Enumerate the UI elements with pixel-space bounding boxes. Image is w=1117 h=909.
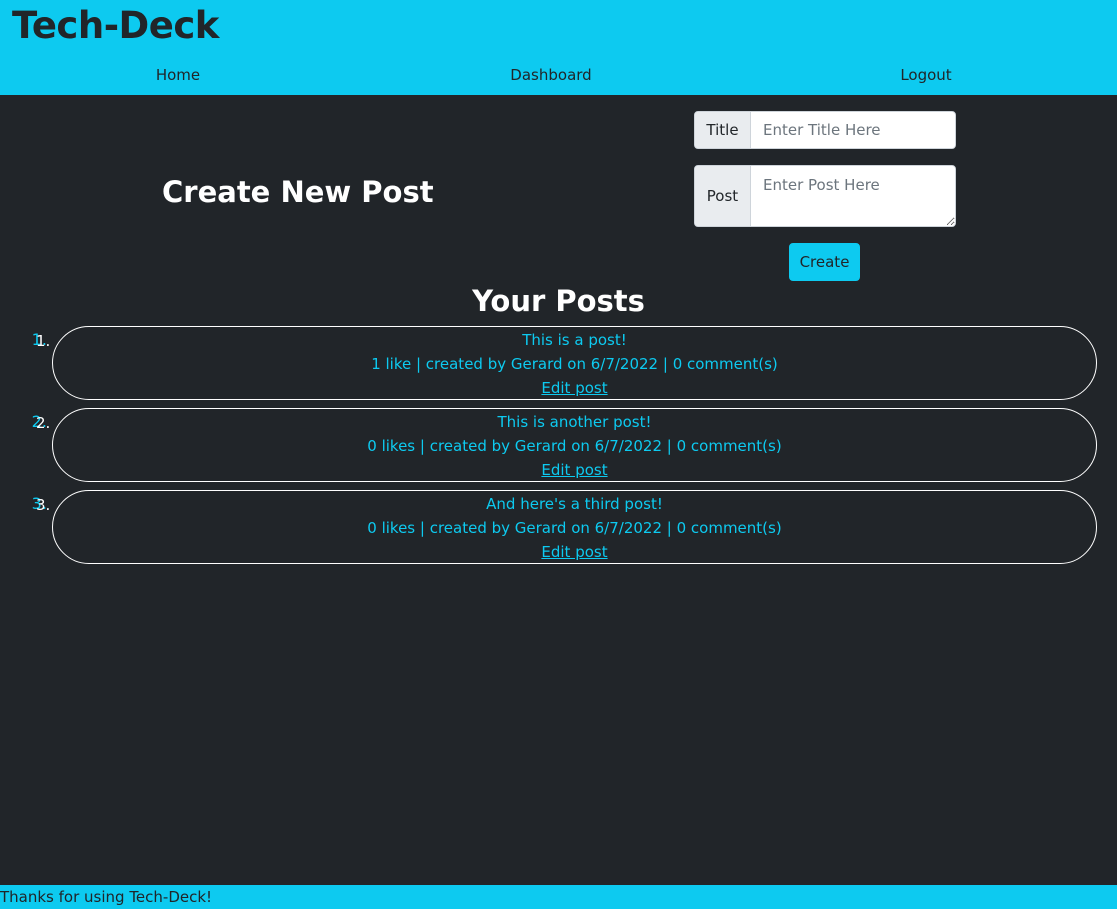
site-header: Tech-Deck Home Dashboard Logout [0, 0, 1117, 95]
edit-post-link[interactable]: Edit post [53, 458, 1096, 482]
post-title: This is another post! [497, 413, 652, 431]
post-meta: 1 like | created by Gerard on 6/7/2022 |… [371, 355, 778, 373]
title-input-group: Title [694, 111, 956, 149]
edit-post-link[interactable]: Edit post [53, 376, 1096, 400]
nav-logout-link[interactable]: Logout [900, 66, 951, 84]
nav-dashboard-link[interactable]: Dashboard [510, 66, 591, 84]
edit-post-link[interactable]: Edit post [53, 540, 1096, 564]
post-item: 3. And here's a third post! 0 likes | cr… [36, 490, 1097, 564]
post-meta: 0 likes | created by Gerard on 6/7/2022 … [367, 519, 782, 537]
post-meta: 0 likes | created by Gerard on 6/7/2022 … [367, 437, 782, 455]
create-button[interactable]: Create [789, 243, 860, 281]
footer-text: Thanks for using Tech-Deck! [0, 888, 213, 906]
post-item: 1. This is a post! 1 like | created by G… [36, 326, 1097, 400]
post-item: 2. This is another post! 0 likes | creat… [36, 408, 1097, 482]
post-title: And here's a third post! [486, 495, 663, 513]
create-post-heading: Create New Post [162, 175, 434, 209]
title-input[interactable] [751, 112, 955, 148]
site-footer: Thanks for using Tech-Deck! [0, 885, 1117, 909]
post-number: 2. [36, 414, 51, 432]
post-textarea[interactable] [751, 166, 955, 226]
post-label: Post [695, 166, 751, 226]
post-number: 3. [36, 496, 51, 514]
brand-title: Tech-Deck [12, 4, 219, 47]
post-number: 1. [36, 332, 51, 350]
post-input-group: Post [694, 165, 956, 227]
post-title: This is a post! [522, 331, 627, 349]
nav-home-link[interactable]: Home [156, 66, 200, 84]
title-label: Title [695, 112, 751, 148]
your-posts-heading: Your Posts [472, 284, 645, 318]
